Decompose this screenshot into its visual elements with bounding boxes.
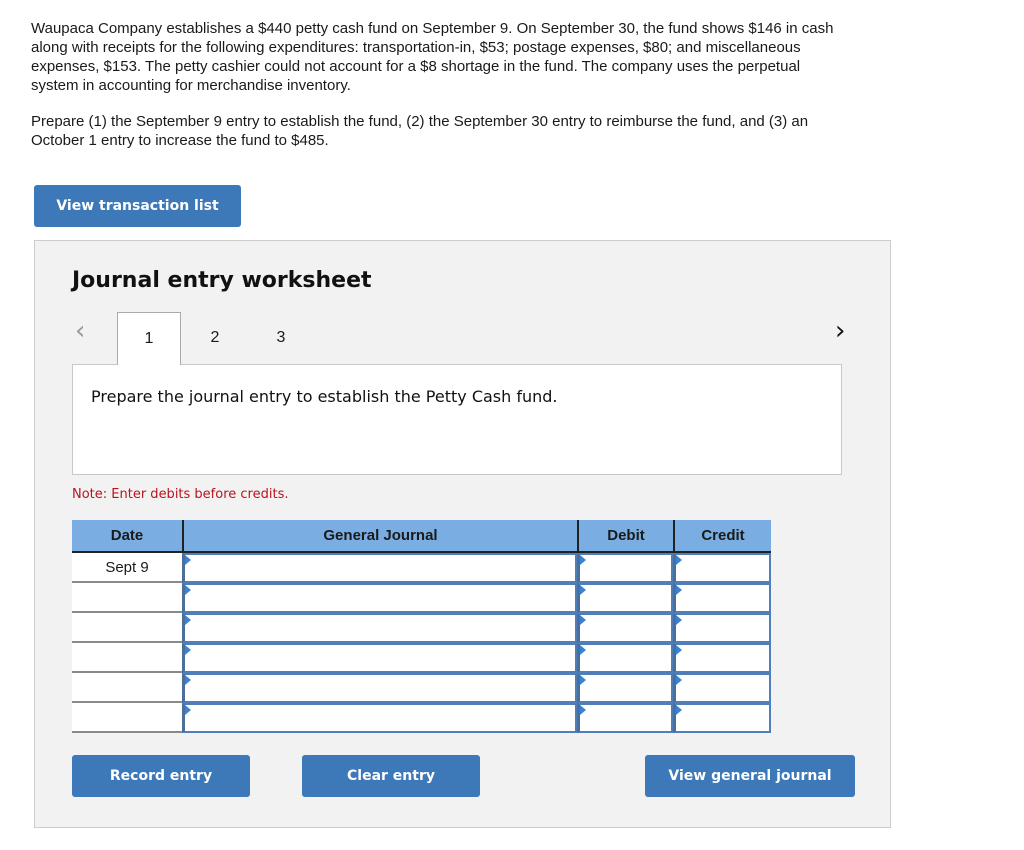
instruction-box: Prepare the journal entry to establish t… (72, 364, 842, 475)
credit-cell (673, 583, 771, 613)
table-header: Date General Journal Debit Credit (72, 520, 771, 553)
problem-paragraph-1: Waupaca Company establishes a $440 petty… (31, 20, 834, 94)
header-date: Date (110, 527, 144, 544)
dropdown-flag-icon (580, 585, 586, 595)
table-row (72, 643, 771, 673)
dropdown-flag-icon (580, 705, 586, 715)
debit-cell (577, 643, 673, 673)
debit-cell (577, 583, 673, 613)
view-general-journal-button[interactable]: View general journal (645, 755, 855, 797)
account-input[interactable] (185, 555, 575, 581)
credit-cell (673, 613, 771, 643)
note-text: Note: Enter debits before credits. (72, 487, 289, 502)
credit-input[interactable] (676, 555, 769, 581)
dropdown-flag-icon (676, 585, 682, 595)
dropdown-flag-icon (580, 645, 586, 655)
table-row: Sept 9 (72, 553, 771, 583)
dropdown-flag-icon (676, 675, 682, 685)
journal-entry-worksheet: Journal entry worksheet ‹ › 1 2 3 Prepar… (34, 240, 891, 828)
date-cell (72, 643, 182, 673)
general-journal-table: Date General Journal Debit Credit Sept 9 (72, 520, 771, 733)
previous-arrow-icon[interactable]: ‹ (75, 316, 85, 346)
instruction-text: Prepare the journal entry to establish t… (91, 387, 558, 406)
credit-cell (673, 643, 771, 673)
account-cell (182, 673, 577, 703)
credit-input[interactable] (676, 615, 769, 641)
tab-entry-3[interactable]: 3 (249, 312, 313, 364)
table-row (72, 583, 771, 613)
account-input[interactable] (185, 615, 575, 641)
header-debit: Debit (577, 520, 673, 551)
table-row (72, 673, 771, 703)
date-cell: Sept 9 (72, 553, 182, 583)
record-entry-button[interactable]: Record entry (72, 755, 250, 797)
clear-entry-button[interactable]: Clear entry (302, 755, 480, 797)
dropdown-flag-icon (676, 705, 682, 715)
debit-input[interactable] (580, 675, 671, 701)
account-input[interactable] (185, 705, 575, 731)
date-cell (72, 583, 182, 613)
debit-input[interactable] (580, 555, 671, 581)
dropdown-flag-icon (185, 615, 191, 625)
debit-cell (577, 553, 673, 583)
date-cell (72, 613, 182, 643)
table-row (72, 613, 771, 643)
problem-paragraph-2: Prepare (1) the September 9 entry to est… (31, 113, 809, 149)
debit-input[interactable] (580, 585, 671, 611)
credit-cell (673, 673, 771, 703)
dropdown-flag-icon (676, 615, 682, 625)
tab-entry-2[interactable]: 2 (183, 312, 247, 364)
header-general-journal: General Journal (182, 520, 577, 551)
credit-cell (673, 703, 771, 733)
next-arrow-icon[interactable]: › (835, 316, 845, 346)
account-input[interactable] (185, 585, 575, 611)
debit-cell (577, 673, 673, 703)
dropdown-flag-icon (185, 555, 191, 565)
credit-cell (673, 553, 771, 583)
header-credit: Credit (673, 520, 771, 551)
account-cell (182, 553, 577, 583)
tab-entry-1[interactable]: 1 (117, 312, 181, 365)
debit-input[interactable] (580, 645, 671, 671)
dropdown-flag-icon (580, 555, 586, 565)
debit-cell (577, 613, 673, 643)
account-cell (182, 643, 577, 673)
credit-input[interactable] (676, 705, 769, 731)
account-cell (182, 703, 577, 733)
date-cell (72, 673, 182, 703)
problem-statement: Waupaca Company establishes a $440 petty… (31, 19, 851, 167)
account-cell (182, 583, 577, 613)
dropdown-flag-icon (676, 645, 682, 655)
debit-input[interactable] (580, 705, 671, 731)
debit-cell (577, 703, 673, 733)
view-transaction-list-button[interactable]: View transaction list (34, 185, 241, 227)
debit-input[interactable] (580, 615, 671, 641)
account-cell (182, 613, 577, 643)
credit-input[interactable] (676, 675, 769, 701)
credit-input[interactable] (676, 645, 769, 671)
dropdown-flag-icon (185, 705, 191, 715)
dropdown-flag-icon (580, 615, 586, 625)
worksheet-title: Journal entry worksheet (72, 268, 372, 293)
dropdown-flag-icon (676, 555, 682, 565)
dropdown-flag-icon (580, 675, 586, 685)
dropdown-flag-icon (185, 675, 191, 685)
credit-input[interactable] (676, 585, 769, 611)
dropdown-flag-icon (185, 645, 191, 655)
dropdown-flag-icon (185, 585, 191, 595)
date-cell (72, 703, 182, 733)
account-input[interactable] (185, 675, 575, 701)
table-row (72, 703, 771, 733)
account-input[interactable] (185, 645, 575, 671)
